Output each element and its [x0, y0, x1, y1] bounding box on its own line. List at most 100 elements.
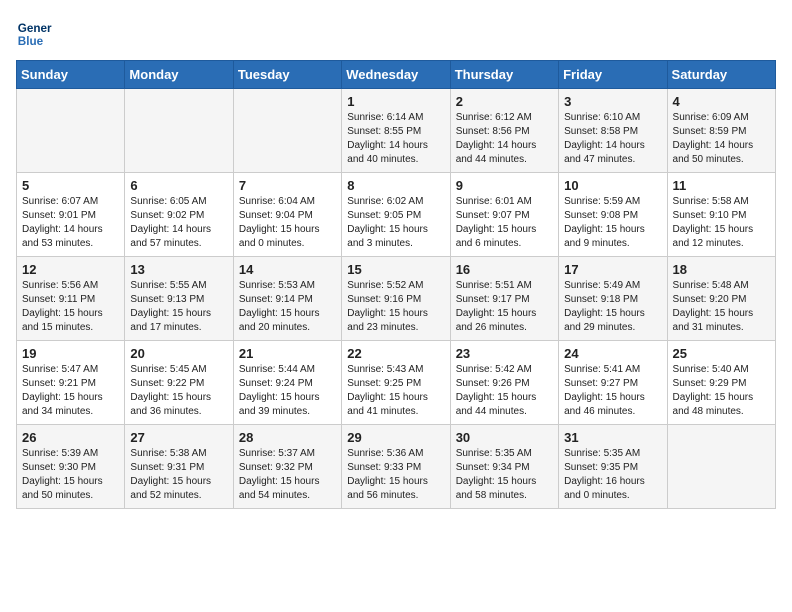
day-number: 6	[130, 178, 227, 193]
calendar-cell: 27 Sunrise: 5:38 AM Sunset: 9:31 PM Dayli…	[125, 425, 233, 509]
day-info: Sunrise: 5:59 AM Sunset: 9:08 PM Dayligh…	[564, 195, 661, 251]
day-number: 18	[673, 262, 770, 277]
day-info: Sunrise: 5:55 AM Sunset: 9:13 PM Dayligh…	[130, 279, 227, 335]
day-info: Sunrise: 6:02 AM Sunset: 9:05 PM Dayligh…	[347, 195, 444, 251]
day-info: Sunrise: 6:05 AM Sunset: 9:02 PM Dayligh…	[130, 195, 227, 251]
calendar-cell: 19 Sunrise: 5:47 AM Sunset: 9:21 PM Dayli…	[17, 341, 125, 425]
calendar-cell: 11 Sunrise: 5:58 AM Sunset: 9:10 PM Dayli…	[667, 173, 775, 257]
calendar-cell: 17 Sunrise: 5:49 AM Sunset: 9:18 PM Dayli…	[559, 257, 667, 341]
day-info: Sunrise: 5:47 AM Sunset: 9:21 PM Dayligh…	[22, 363, 119, 419]
day-info: Sunrise: 6:07 AM Sunset: 9:01 PM Dayligh…	[22, 195, 119, 251]
day-number: 11	[673, 178, 770, 193]
day-header-thursday: Thursday	[450, 61, 558, 89]
day-number: 26	[22, 430, 119, 445]
calendar-cell: 9 Sunrise: 6:01 AM Sunset: 9:07 PM Daylig…	[450, 173, 558, 257]
header: General Blue	[16, 16, 776, 52]
calendar-cell: 20 Sunrise: 5:45 AM Sunset: 9:22 PM Dayli…	[125, 341, 233, 425]
day-number: 25	[673, 346, 770, 361]
day-info: Sunrise: 6:01 AM Sunset: 9:07 PM Dayligh…	[456, 195, 553, 251]
day-number: 24	[564, 346, 661, 361]
day-number: 14	[239, 262, 336, 277]
day-number: 22	[347, 346, 444, 361]
calendar-cell: 7 Sunrise: 6:04 AM Sunset: 9:04 PM Daylig…	[233, 173, 341, 257]
day-info: Sunrise: 5:58 AM Sunset: 9:10 PM Dayligh…	[673, 195, 770, 251]
day-number: 17	[564, 262, 661, 277]
week-row-4: 26 Sunrise: 5:39 AM Sunset: 9:30 PM Dayli…	[17, 425, 776, 509]
svg-text:General: General	[18, 22, 52, 35]
calendar-cell: 10 Sunrise: 5:59 AM Sunset: 9:08 PM Dayli…	[559, 173, 667, 257]
day-number: 28	[239, 430, 336, 445]
header-row: SundayMondayTuesdayWednesdayThursdayFrid…	[17, 61, 776, 89]
day-number: 13	[130, 262, 227, 277]
week-row-3: 19 Sunrise: 5:47 AM Sunset: 9:21 PM Dayli…	[17, 341, 776, 425]
day-info: Sunrise: 5:44 AM Sunset: 9:24 PM Dayligh…	[239, 363, 336, 419]
day-number: 23	[456, 346, 553, 361]
day-info: Sunrise: 5:48 AM Sunset: 9:20 PM Dayligh…	[673, 279, 770, 335]
calendar-cell: 23Sunrise: 5:42 AM Sunset: 9:26 PM Dayli…	[450, 341, 558, 425]
day-info: Sunrise: 5:51 AM Sunset: 9:17 PM Dayligh…	[456, 279, 553, 335]
day-number: 8	[347, 178, 444, 193]
calendar-cell: 31 Sunrise: 5:35 AM Sunset: 9:35 PM Dayli…	[559, 425, 667, 509]
day-info: Sunrise: 6:12 AM Sunset: 8:56 PM Dayligh…	[456, 111, 553, 167]
day-info: Sunrise: 6:04 AM Sunset: 9:04 PM Dayligh…	[239, 195, 336, 251]
day-info: Sunrise: 5:43 AM Sunset: 9:25 PM Dayligh…	[347, 363, 444, 419]
day-number: 5	[22, 178, 119, 193]
day-header-saturday: Saturday	[667, 61, 775, 89]
day-number: 9	[456, 178, 553, 193]
day-info: Sunrise: 5:36 AM Sunset: 9:33 PM Dayligh…	[347, 447, 444, 503]
day-header-tuesday: Tuesday	[233, 61, 341, 89]
calendar-cell: 28Sunrise: 5:37 AM Sunset: 9:32 PM Dayli…	[233, 425, 341, 509]
calendar-cell: 14 Sunrise: 5:53 AM Sunset: 9:14 PM Dayli…	[233, 257, 341, 341]
svg-text:Blue: Blue	[18, 35, 44, 48]
calendar-cell: 1Sunrise: 6:14 AM Sunset: 8:55 PM Daylig…	[342, 89, 450, 173]
calendar-cell: 22 Sunrise: 5:43 AM Sunset: 9:25 PM Dayli…	[342, 341, 450, 425]
day-info: Sunrise: 6:09 AM Sunset: 8:59 PM Dayligh…	[673, 111, 770, 167]
day-number: 15	[347, 262, 444, 277]
day-info: Sunrise: 5:49 AM Sunset: 9:18 PM Dayligh…	[564, 279, 661, 335]
calendar-cell: 26 Sunrise: 5:39 AM Sunset: 9:30 PM Dayli…	[17, 425, 125, 509]
calendar-cell	[125, 89, 233, 173]
day-info: Sunrise: 5:53 AM Sunset: 9:14 PM Dayligh…	[239, 279, 336, 335]
day-number: 7	[239, 178, 336, 193]
day-number: 2	[456, 94, 553, 109]
day-info: Sunrise: 6:14 AM Sunset: 8:55 PM Dayligh…	[347, 111, 444, 167]
day-number: 30	[456, 430, 553, 445]
day-info: Sunrise: 5:52 AM Sunset: 9:16 PM Dayligh…	[347, 279, 444, 335]
day-number: 19	[22, 346, 119, 361]
week-row-1: 5 Sunrise: 6:07 AM Sunset: 9:01 PM Daylig…	[17, 173, 776, 257]
day-header-monday: Monday	[125, 61, 233, 89]
day-info: Sunrise: 5:56 AM Sunset: 9:11 PM Dayligh…	[22, 279, 119, 335]
day-info: Sunrise: 5:35 AM Sunset: 9:35 PM Dayligh…	[564, 447, 661, 503]
day-number: 12	[22, 262, 119, 277]
calendar-cell	[233, 89, 341, 173]
week-row-0: 1Sunrise: 6:14 AM Sunset: 8:55 PM Daylig…	[17, 89, 776, 173]
day-number: 27	[130, 430, 227, 445]
calendar-cell: 25 Sunrise: 5:40 AM Sunset: 9:29 PM Dayli…	[667, 341, 775, 425]
day-info: Sunrise: 5:41 AM Sunset: 9:27 PM Dayligh…	[564, 363, 661, 419]
day-number: 31	[564, 430, 661, 445]
calendar-cell: 8 Sunrise: 6:02 AM Sunset: 9:05 PM Daylig…	[342, 173, 450, 257]
day-number: 21	[239, 346, 336, 361]
calendar-cell: 24 Sunrise: 5:41 AM Sunset: 9:27 PM Dayli…	[559, 341, 667, 425]
calendar-cell: 5 Sunrise: 6:07 AM Sunset: 9:01 PM Daylig…	[17, 173, 125, 257]
calendar-cell: 6 Sunrise: 6:05 AM Sunset: 9:02 PM Daylig…	[125, 173, 233, 257]
day-header-wednesday: Wednesday	[342, 61, 450, 89]
calendar-cell: 15 Sunrise: 5:52 AM Sunset: 9:16 PM Dayli…	[342, 257, 450, 341]
day-number: 20	[130, 346, 227, 361]
day-number: 10	[564, 178, 661, 193]
day-number: 29	[347, 430, 444, 445]
calendar-cell: 2 Sunrise: 6:12 AM Sunset: 8:56 PM Daylig…	[450, 89, 558, 173]
day-number: 16	[456, 262, 553, 277]
day-header-sunday: Sunday	[17, 61, 125, 89]
day-info: Sunrise: 5:39 AM Sunset: 9:30 PM Dayligh…	[22, 447, 119, 503]
day-info: Sunrise: 5:38 AM Sunset: 9:31 PM Dayligh…	[130, 447, 227, 503]
logo-icon: General Blue	[16, 16, 52, 52]
calendar-cell: 13 Sunrise: 5:55 AM Sunset: 9:13 PM Dayli…	[125, 257, 233, 341]
calendar-cell: 3 Sunrise: 6:10 AM Sunset: 8:58 PM Daylig…	[559, 89, 667, 173]
day-info: Sunrise: 5:45 AM Sunset: 9:22 PM Dayligh…	[130, 363, 227, 419]
day-info: Sunrise: 5:40 AM Sunset: 9:29 PM Dayligh…	[673, 363, 770, 419]
day-info: Sunrise: 6:10 AM Sunset: 8:58 PM Dayligh…	[564, 111, 661, 167]
day-number: 3	[564, 94, 661, 109]
week-row-2: 12 Sunrise: 5:56 AM Sunset: 9:11 PM Dayli…	[17, 257, 776, 341]
calendar-table: SundayMondayTuesdayWednesdayThursdayFrid…	[16, 60, 776, 509]
